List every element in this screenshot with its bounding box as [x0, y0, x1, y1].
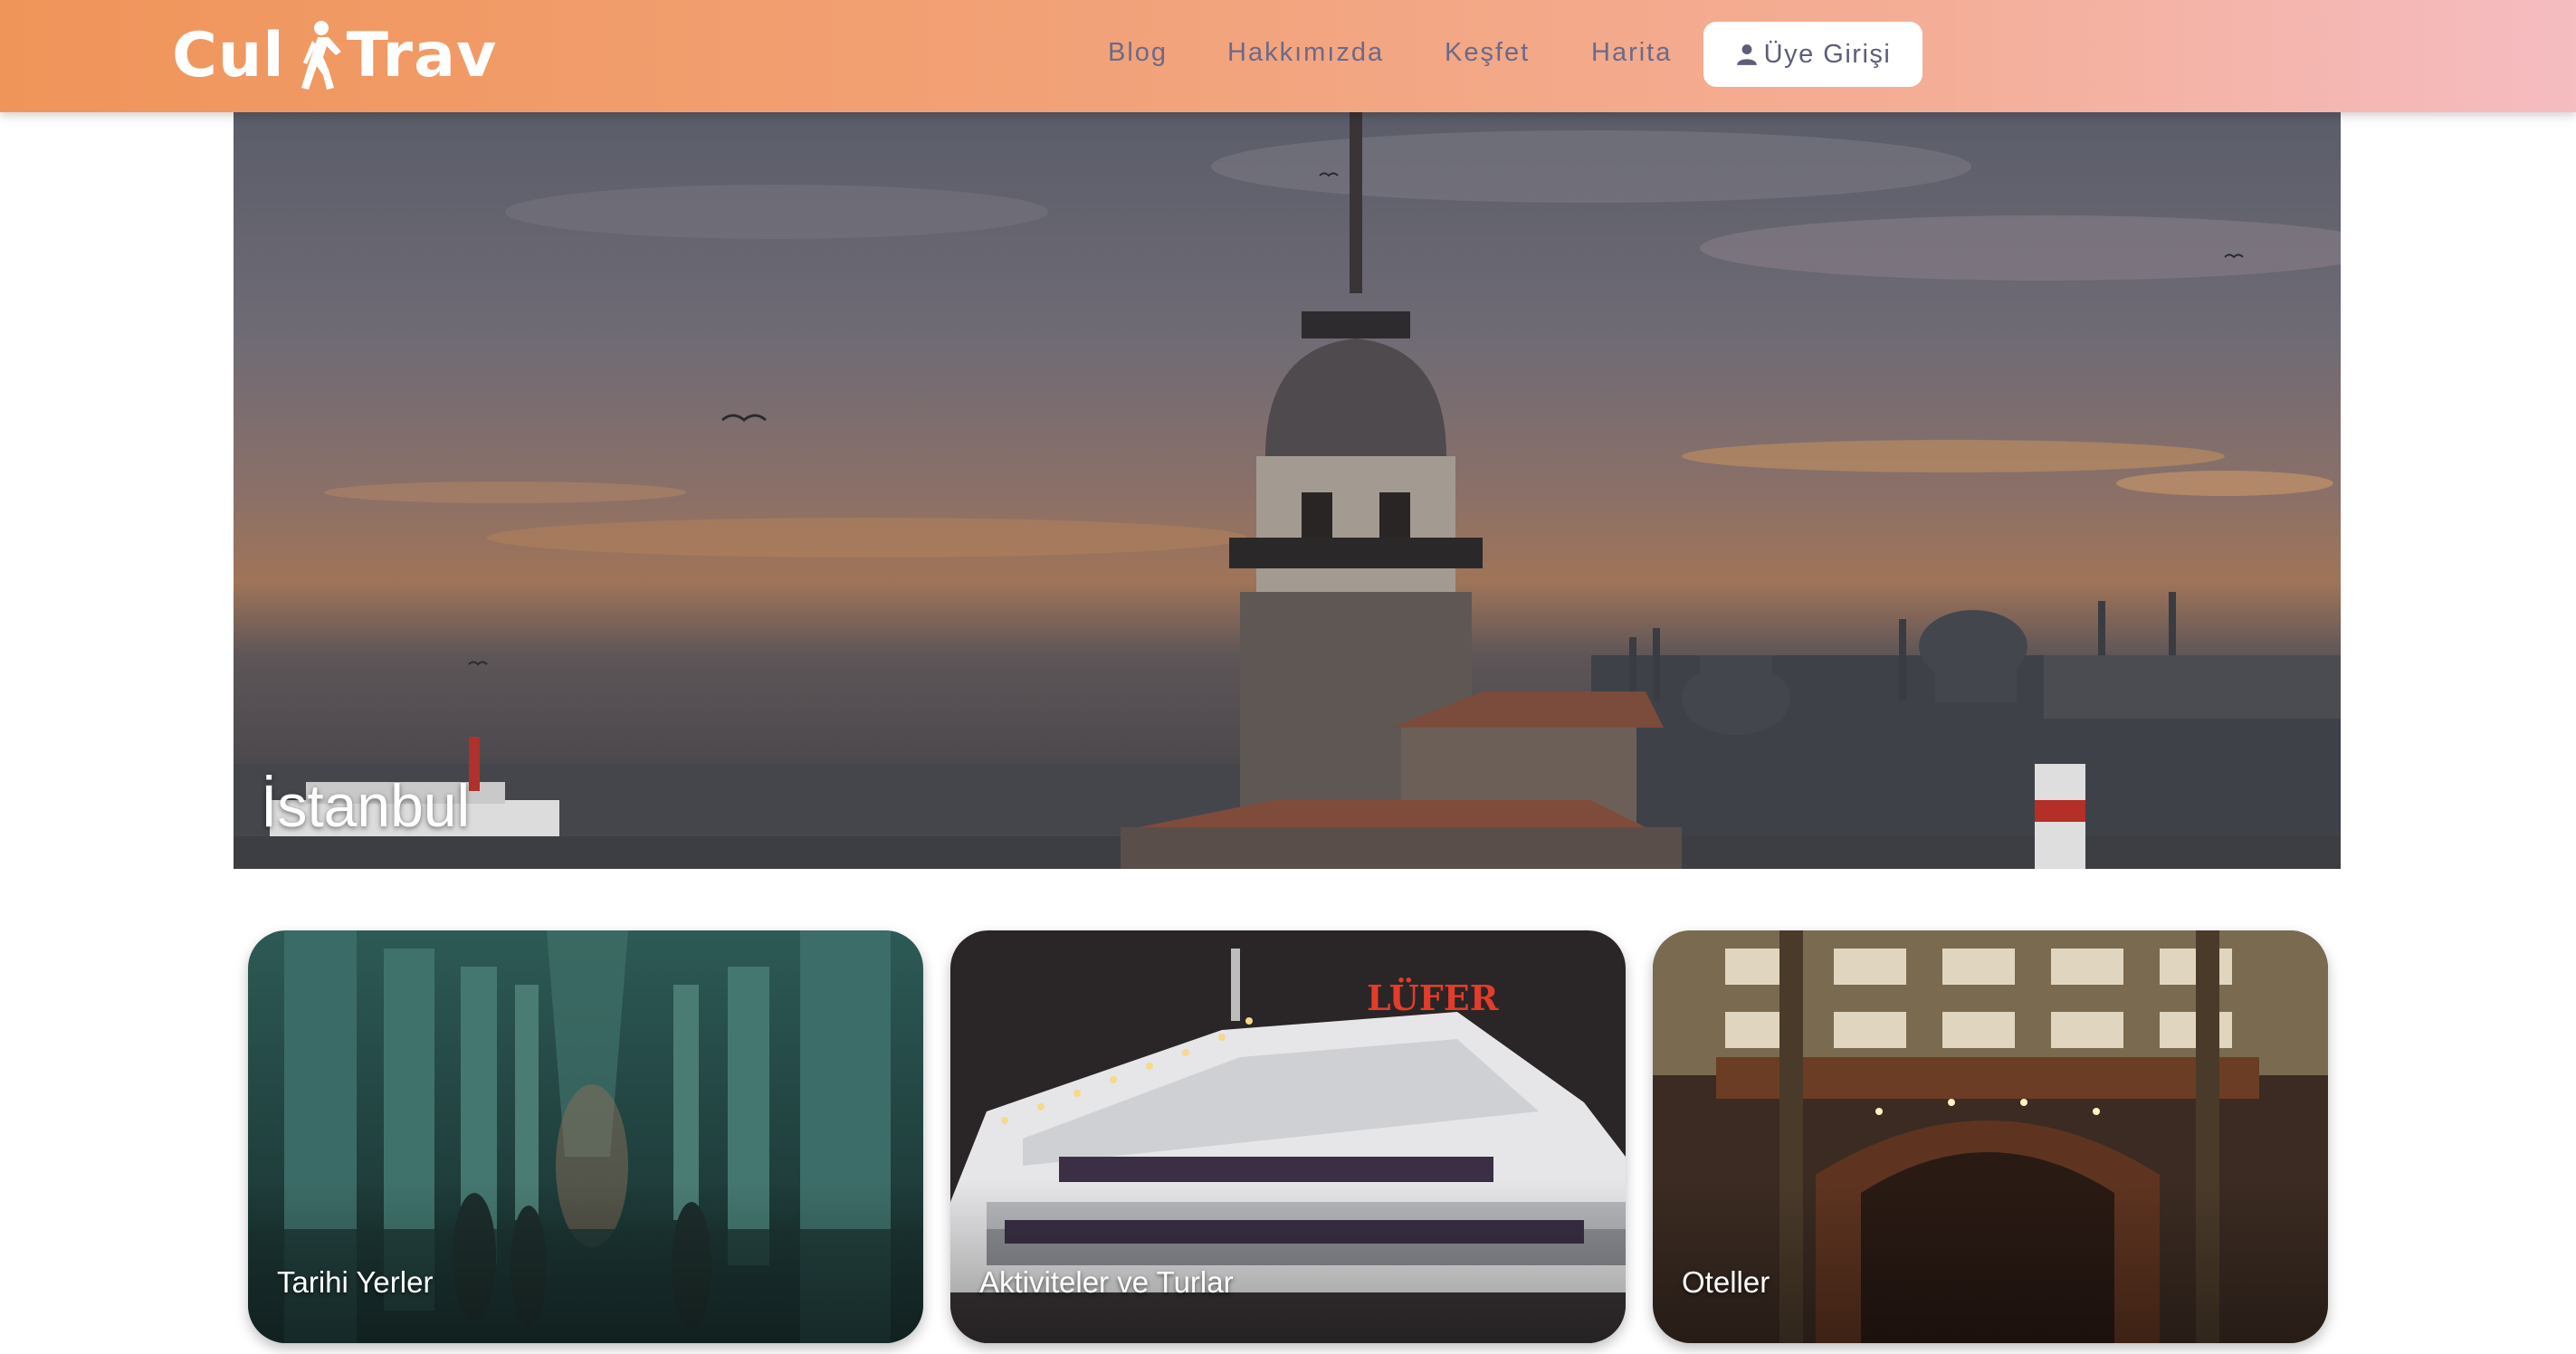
card-label-hotels: Oteller	[1682, 1265, 1770, 1299]
nav-link-blog[interactable]: Blog	[1108, 38, 1168, 68]
card-hotels[interactable]: Oteller	[1653, 930, 2328, 1343]
card-activities-tours[interactable]: LÜFER Aktiviteler ve Turlar	[950, 930, 1626, 1343]
hero-city-title: İstanbul	[261, 772, 471, 839]
logo-text-part2: Trav	[346, 19, 498, 91]
walking-traveler-icon	[301, 21, 341, 90]
login-button-label: Üye Girişi	[1763, 39, 1892, 69]
card-overlay	[248, 1180, 923, 1343]
nav-link-harita[interactable]: Harita	[1591, 38, 1672, 68]
maidens-tower-sunset-image	[234, 112, 2341, 869]
boat-sign-text: LÜFER	[1367, 977, 1499, 1018]
nav-link-kesfet[interactable]: Keşfet	[1445, 38, 1530, 68]
hero-banner: İstanbul	[234, 112, 2341, 869]
user-icon	[1736, 44, 1757, 65]
card-historic-places[interactable]: Tarihi Yerler	[248, 930, 923, 1343]
card-label-historic: Tarihi Yerler	[277, 1265, 434, 1299]
top-navbar: Cul Trav Blog Hakkımızda Keşfet Harita Ü…	[0, 0, 2576, 112]
card-label-activities: Aktiviteler ve Turlar	[979, 1265, 1234, 1299]
card-overlay	[950, 1180, 1626, 1343]
card-overlay	[1653, 1180, 2328, 1343]
page: Cul Trav Blog Hakkımızda Keşfet Harita Ü…	[0, 0, 2576, 1354]
login-button[interactable]: Üye Girişi	[1703, 22, 1922, 87]
brand-logo[interactable]: Cul Trav	[172, 14, 497, 96]
logo-text-part1: Cul	[172, 19, 285, 91]
nav-link-hakkimizda[interactable]: Hakkımızda	[1227, 38, 1384, 68]
